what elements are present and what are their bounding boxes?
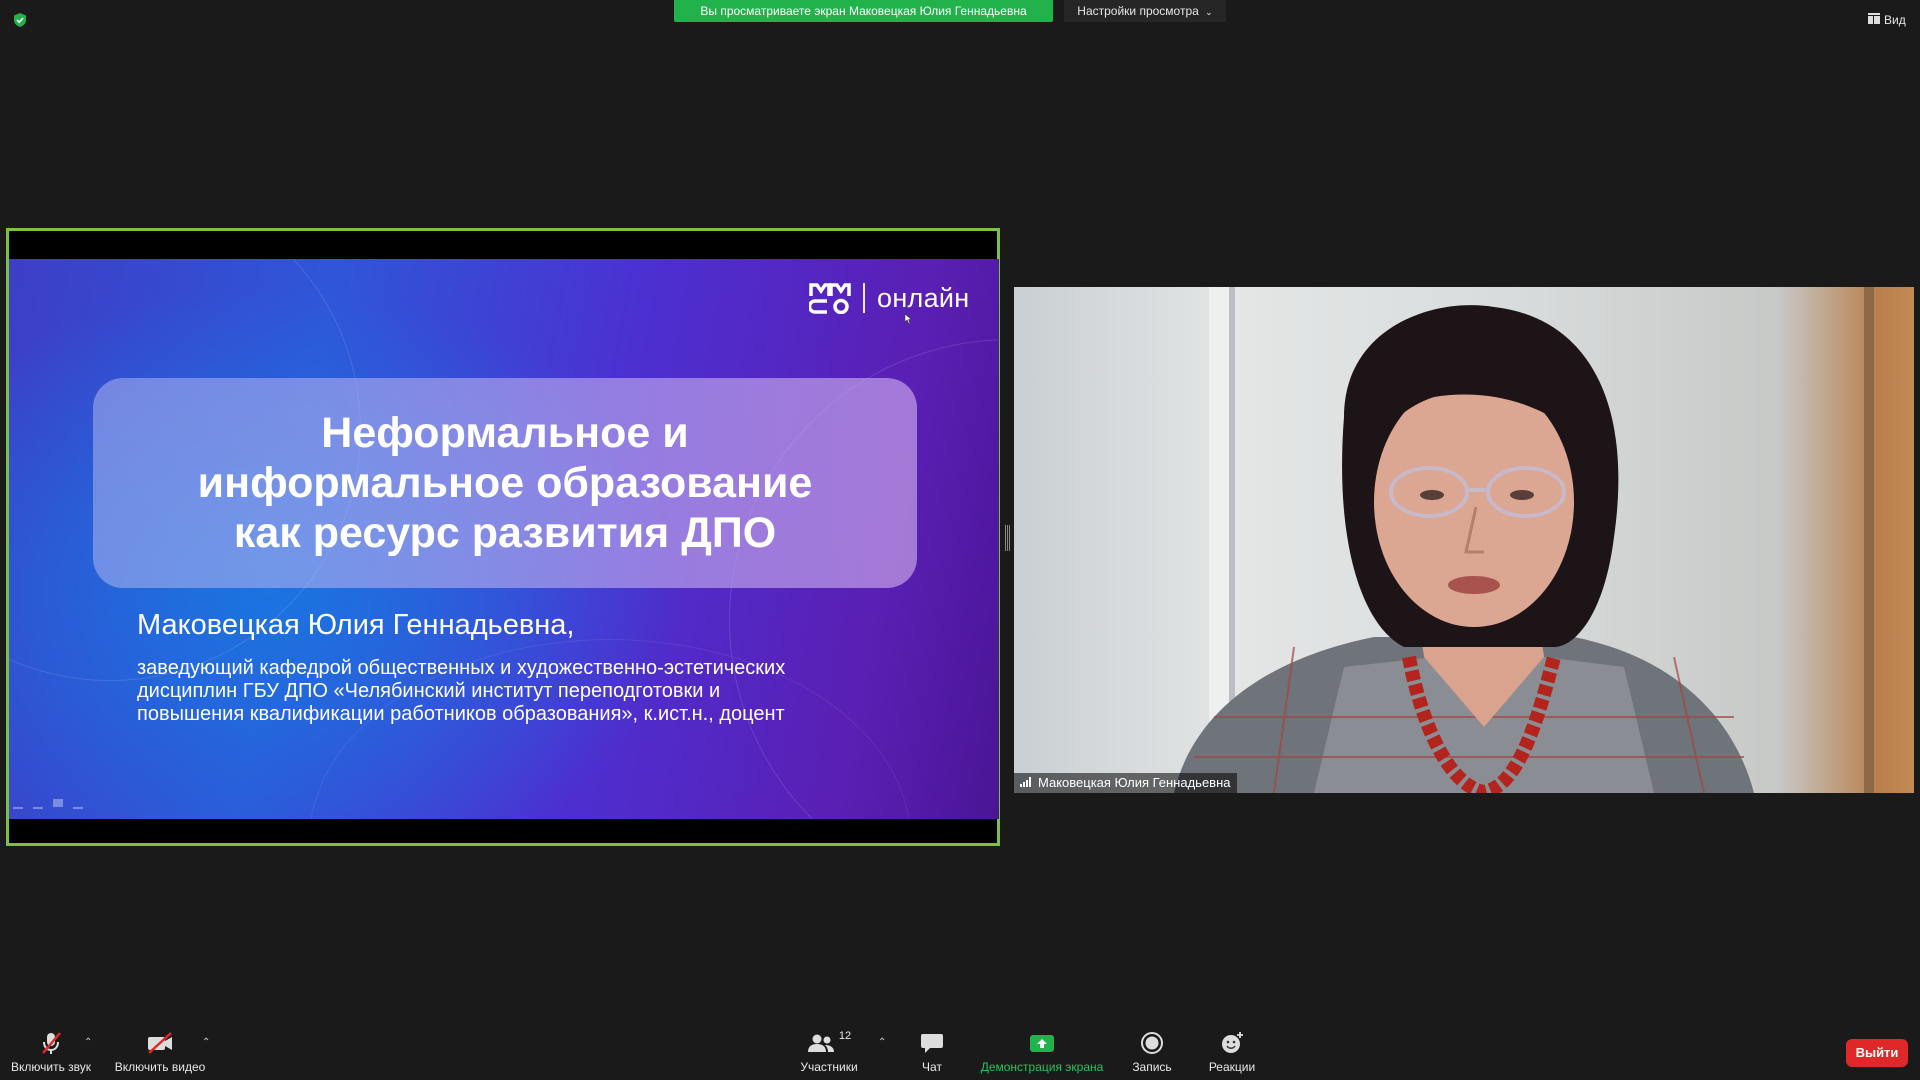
leave-meeting-button[interactable]: Выйти bbox=[1846, 1039, 1908, 1067]
logo-separator bbox=[863, 283, 865, 313]
slide-speaker-name: Маковецкая Юлия Геннадьевна, bbox=[137, 609, 575, 641]
splitter-handle[interactable] bbox=[1005, 525, 1010, 551]
participant-name: Маковецкая Юлия Геннадьевна bbox=[1038, 775, 1231, 790]
record-label: Запись bbox=[1132, 1060, 1172, 1074]
participants-count: 12 bbox=[838, 1030, 852, 1042]
video-off-icon bbox=[148, 1032, 172, 1054]
slide-title: Неформальное и информальное образование … bbox=[197, 409, 813, 557]
view-options-button[interactable]: Настройки просмотра ⌄ bbox=[1064, 0, 1226, 22]
grid-view-icon bbox=[1868, 10, 1880, 30]
more-icon[interactable] bbox=[73, 799, 83, 809]
participants-button[interactable]: 12 Участники bbox=[792, 1030, 866, 1074]
presentation-slide: онлайн Неформальное и информальное образ… bbox=[9, 259, 999, 819]
participants-icon bbox=[807, 1034, 834, 1052]
unmute-label: Включить звук bbox=[10, 1060, 92, 1074]
viewing-share-banner: Вы просматриваете экран Маковецкая Юлия … bbox=[674, 0, 1053, 22]
slide-annotation-tools[interactable] bbox=[13, 799, 83, 809]
reactions-button[interactable]: Реакции bbox=[1204, 1030, 1260, 1074]
security-shield-icon[interactable] bbox=[12, 12, 28, 28]
record-icon bbox=[1141, 1032, 1163, 1054]
start-video-button[interactable]: Включить видео bbox=[112, 1030, 208, 1074]
slide-logo: онлайн bbox=[809, 279, 970, 317]
slides-icon[interactable] bbox=[53, 799, 63, 807]
participants-label: Участники bbox=[800, 1060, 858, 1074]
view-options-label: Настройки просмотра bbox=[1077, 4, 1199, 18]
share-screen-button[interactable]: Демонстрация экрана bbox=[976, 1030, 1108, 1074]
participant-video[interactable] bbox=[1014, 287, 1914, 793]
chat-button[interactable]: Чат bbox=[908, 1030, 956, 1074]
pen-icon[interactable] bbox=[33, 799, 43, 809]
view-button[interactable]: Вид bbox=[1868, 10, 1906, 30]
back-arrow-icon[interactable] bbox=[13, 799, 23, 809]
mouse-cursor-icon bbox=[904, 311, 913, 329]
audio-options-caret-icon[interactable]: ⌃ bbox=[84, 1037, 92, 1048]
signal-strength-icon bbox=[1020, 773, 1032, 793]
participant-name-tag: Маковецкая Юлия Геннадьевна bbox=[1014, 773, 1237, 793]
logo-text: онлайн bbox=[877, 282, 970, 313]
chat-label: Чат bbox=[922, 1060, 942, 1074]
participant-video-image bbox=[1174, 287, 1874, 793]
participants-options-caret-icon[interactable]: ⌃ bbox=[878, 1037, 886, 1048]
slide-speaker-description: заведующий кафедрой общественных и худож… bbox=[137, 657, 786, 725]
record-button[interactable]: Запись bbox=[1128, 1030, 1176, 1074]
unmute-button[interactable]: Включить звук bbox=[8, 1030, 94, 1074]
share-screen-icon bbox=[1030, 1035, 1054, 1052]
share-screen-label: Демонстрация экрана bbox=[980, 1060, 1104, 1074]
chat-icon bbox=[921, 1034, 943, 1053]
reactions-label: Реакции bbox=[1208, 1060, 1256, 1074]
emoji-plus-icon bbox=[1222, 1032, 1243, 1053]
slide-title-box: Неформальное и информальное образование … bbox=[93, 378, 917, 588]
mmco-logo-icon bbox=[809, 283, 851, 314]
view-button-label: Вид bbox=[1884, 13, 1906, 27]
video-options-caret-icon[interactable]: ⌃ bbox=[202, 1037, 210, 1048]
muted-mic-icon bbox=[42, 1032, 61, 1054]
chevron-down-icon: ⌄ bbox=[1205, 7, 1213, 17]
start-video-label: Включить видео bbox=[114, 1060, 206, 1074]
